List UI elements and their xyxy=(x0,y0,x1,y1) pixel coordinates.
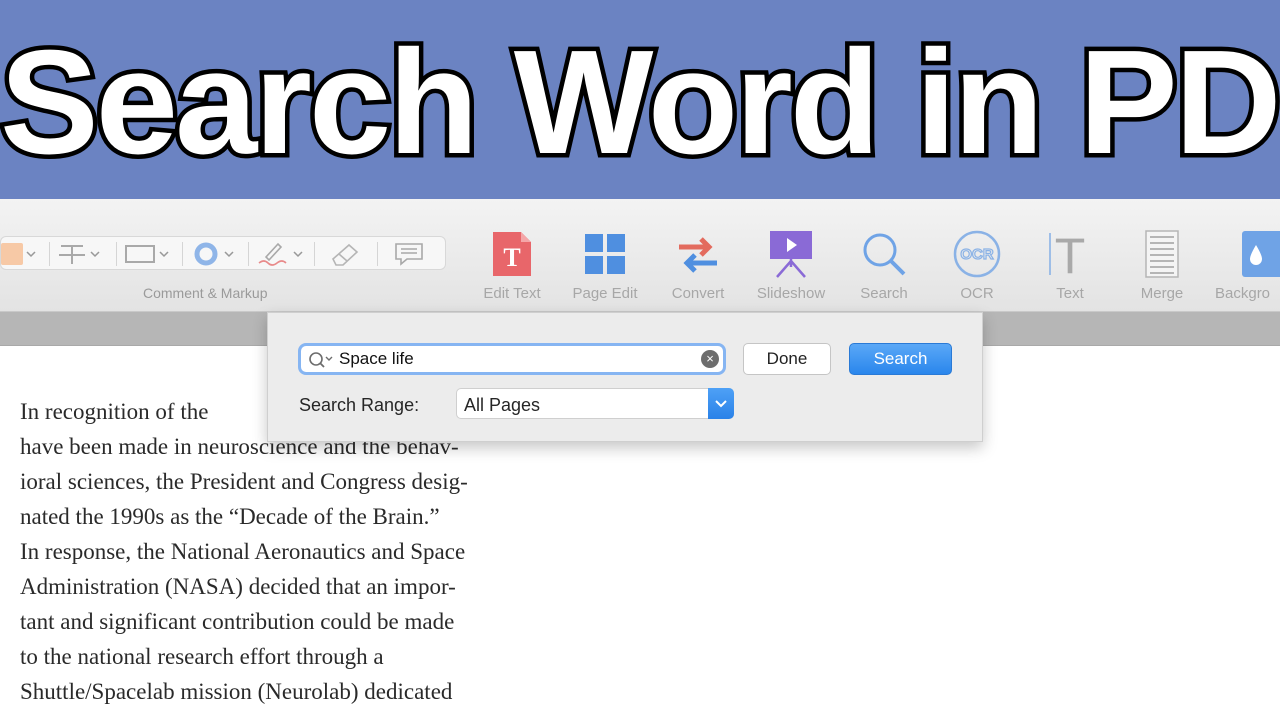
note-icon xyxy=(395,243,423,266)
ocr-glyph: OCR xyxy=(960,246,994,263)
ocr-label: OCR xyxy=(960,285,994,302)
circle-tool[interactable] xyxy=(191,241,234,267)
page-edit-icon xyxy=(585,234,625,274)
pencil-icon xyxy=(258,242,287,266)
clear-icon[interactable]: × xyxy=(701,350,719,368)
title-banner: Search Word in PDF xyxy=(0,0,1280,199)
note-tool[interactable] xyxy=(393,241,425,267)
strikethrough-tool[interactable] xyxy=(57,241,100,267)
circle-icon xyxy=(194,242,218,266)
chevron-down-icon xyxy=(293,251,303,258)
convert-button[interactable]: Convert xyxy=(653,229,743,302)
search-button[interactable]: Search xyxy=(849,343,952,375)
chevron-down-icon xyxy=(224,251,234,258)
merge-icon xyxy=(1145,230,1179,278)
slideshow-button[interactable]: Slideshow xyxy=(746,229,836,302)
comment-markup-label: Comment & Markup xyxy=(143,285,268,301)
ocr-button[interactable]: OCR OCR xyxy=(932,229,1022,302)
markup-toolbar xyxy=(0,236,446,270)
search-range-value: All Pages xyxy=(464,395,541,415)
pencil-tool[interactable] xyxy=(256,241,303,267)
ocr-icon: OCR xyxy=(953,230,1001,278)
edit-text-button[interactable]: T Edit Text xyxy=(467,229,557,302)
text-icon: T xyxy=(1049,229,1086,279)
text-tool-button[interactable]: T Text xyxy=(1025,229,1115,302)
highlight-tool[interactable] xyxy=(1,241,36,267)
page-edit-button[interactable]: Page Edit xyxy=(560,229,650,302)
banner-title: Search Word in PDF xyxy=(0,16,1280,190)
eraser-icon xyxy=(332,243,359,266)
done-button[interactable]: Done xyxy=(743,343,831,375)
background-label: Backgro xyxy=(1215,285,1271,302)
document-line: to the national research effort through … xyxy=(20,644,384,669)
document-line: Administration (NASA) decided that an im… xyxy=(20,574,456,599)
convert-icon xyxy=(679,237,717,273)
document-line: Shuttle/Spacelab mission (Neurolab) dedi… xyxy=(20,679,453,704)
edit-text-label: Edit Text xyxy=(483,285,541,302)
eraser-tool[interactable] xyxy=(327,241,363,267)
document-line: nated the 1990s as the “Decade of the Br… xyxy=(20,504,440,529)
search-field[interactable]: × xyxy=(298,343,726,375)
text-glyph: T xyxy=(1055,229,1086,279)
search-range-select[interactable]: All Pages xyxy=(456,388,734,419)
magnifier-dropdown-icon[interactable] xyxy=(308,351,336,369)
search-tool-button[interactable]: Search xyxy=(839,229,929,302)
search-panel: × Done Search Search Range: All Pages xyxy=(267,312,983,442)
rectangle-tool[interactable] xyxy=(124,241,169,267)
text-tool-label: Text xyxy=(1056,285,1084,302)
search-input[interactable] xyxy=(339,348,699,370)
edit-text-glyph: T xyxy=(503,243,520,272)
edit-text-icon: T xyxy=(493,232,531,276)
document-line: tant and significant contribution could … xyxy=(20,609,455,634)
merge-button[interactable]: Merge xyxy=(1117,229,1207,302)
search-tool-label: Search xyxy=(860,285,908,302)
document-line: In response, the National Aeronautics an… xyxy=(20,539,466,564)
chevron-down-icon xyxy=(26,251,36,258)
strikethrough-icon xyxy=(59,245,85,264)
chevron-down-icon xyxy=(159,251,169,258)
chevron-down-icon xyxy=(90,251,100,258)
chevron-down-icon[interactable] xyxy=(708,388,734,419)
rectangle-icon xyxy=(125,245,155,263)
document-line: ioral sciences, the President and Congre… xyxy=(20,469,468,494)
toolbar: Comment & Markup T Edit Text Page Edit C… xyxy=(0,199,1280,312)
search-range-label: Search Range: xyxy=(299,395,420,415)
merge-label: Merge xyxy=(1140,285,1184,302)
background-button[interactable]: Backgro xyxy=(1205,229,1280,302)
background-icon xyxy=(1242,231,1280,277)
highlight-icon xyxy=(1,243,23,265)
slideshow-label: Slideshow xyxy=(756,285,826,302)
slideshow-icon xyxy=(770,231,812,278)
search-icon xyxy=(863,233,906,276)
convert-label: Convert xyxy=(671,285,725,302)
page-edit-label: Page Edit xyxy=(572,285,638,302)
